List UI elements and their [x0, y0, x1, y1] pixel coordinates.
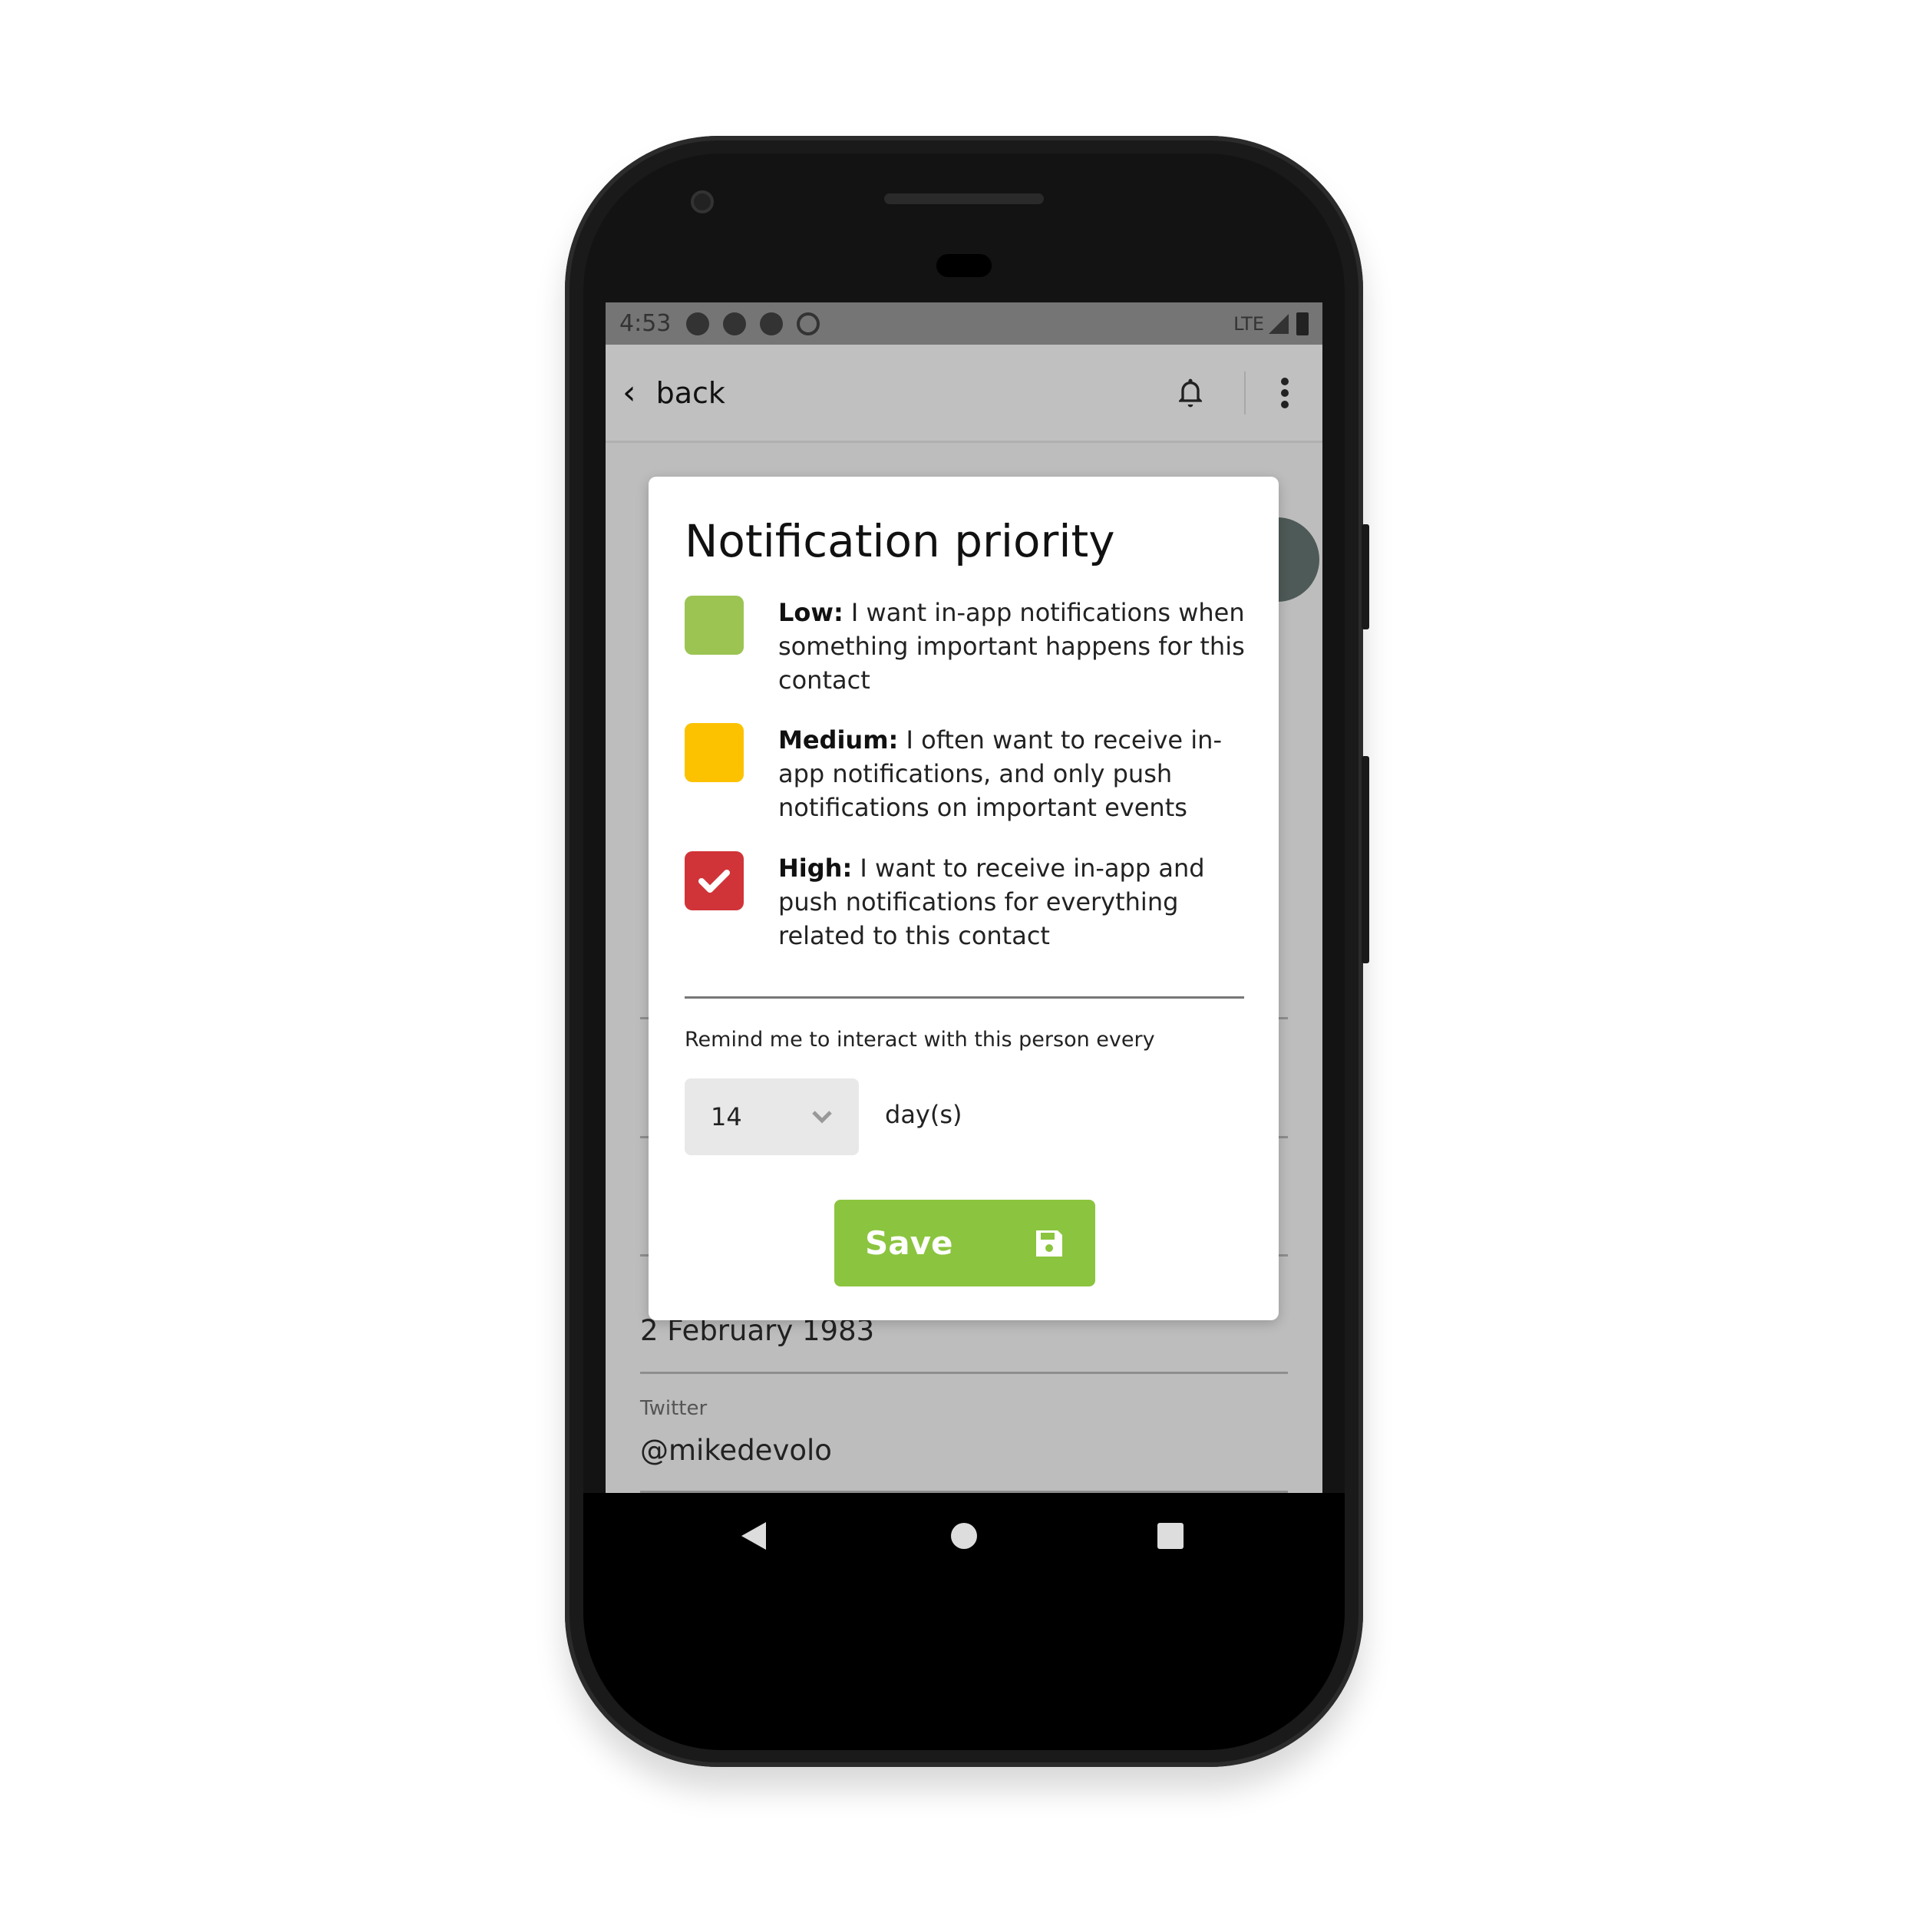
divider [685, 996, 1244, 999]
status-time: 4:53 [619, 310, 672, 337]
medium-priority-checkbox[interactable] [685, 723, 744, 782]
field-divider [640, 1372, 1288, 1374]
medium-description: Medium: I often want to receive in-app n… [778, 723, 1262, 824]
app-a-icon [760, 312, 784, 335]
chevron-down-icon [812, 1111, 832, 1124]
app-at-icon [797, 312, 820, 335]
front-camera [691, 190, 714, 213]
dialog-title: Notification priority [685, 515, 1115, 567]
interval-select[interactable]: 14 [685, 1078, 859, 1155]
option-text: I want in-app notifications when somethi… [778, 598, 1245, 695]
status-bar: 4:53 LTE [606, 302, 1322, 345]
floppy-disk-icon [1036, 1230, 1062, 1257]
high-description: High: I want to receive in-app and push … [778, 851, 1262, 953]
more-vert-icon[interactable] [1279, 377, 1290, 409]
speaker-grille [884, 193, 1044, 204]
power-button [1362, 524, 1369, 629]
back-button[interactable]: ‹ back [622, 373, 725, 412]
sensor [936, 254, 992, 277]
notification-priority-dialog: Notification priority Low: I want in-app… [649, 477, 1279, 1320]
network-type: LTE [1233, 312, 1264, 335]
gear-icon [686, 312, 710, 335]
remind-label: Remind me to interact with this person e… [685, 1028, 1155, 1052]
option-level: Low: [778, 598, 844, 627]
battery-icon [1296, 312, 1309, 335]
high-priority-checkbox[interactable] [685, 851, 744, 910]
low-description: Low: I want in-app notifications when so… [778, 596, 1262, 697]
back-label: back [655, 375, 725, 410]
twitter-value: @mikedevolo [640, 1434, 832, 1467]
interval-value: 14 [711, 1102, 742, 1131]
option-level: High: [778, 854, 853, 883]
save-button[interactable]: Save [834, 1200, 1095, 1286]
low-priority-checkbox[interactable] [685, 596, 744, 655]
volume-button [1362, 756, 1369, 963]
save-label: Save [865, 1224, 953, 1262]
home-circle-icon[interactable] [951, 1523, 977, 1549]
appbar-divider [1244, 371, 1246, 414]
twitter-label: Twitter [640, 1397, 708, 1420]
recents-square-icon[interactable] [1157, 1523, 1184, 1549]
back-triangle-icon[interactable] [741, 1522, 766, 1550]
interval-unit: day(s) [885, 1100, 962, 1129]
field-divider [640, 1491, 1288, 1493]
check-icon [698, 870, 730, 893]
app-bar: ‹ back [606, 345, 1322, 443]
chevron-left-icon: ‹ [622, 373, 636, 412]
option-level: Medium: [778, 725, 899, 755]
gear-icon [723, 312, 747, 335]
signal-icon [1269, 313, 1289, 334]
bell-icon[interactable] [1175, 376, 1206, 410]
